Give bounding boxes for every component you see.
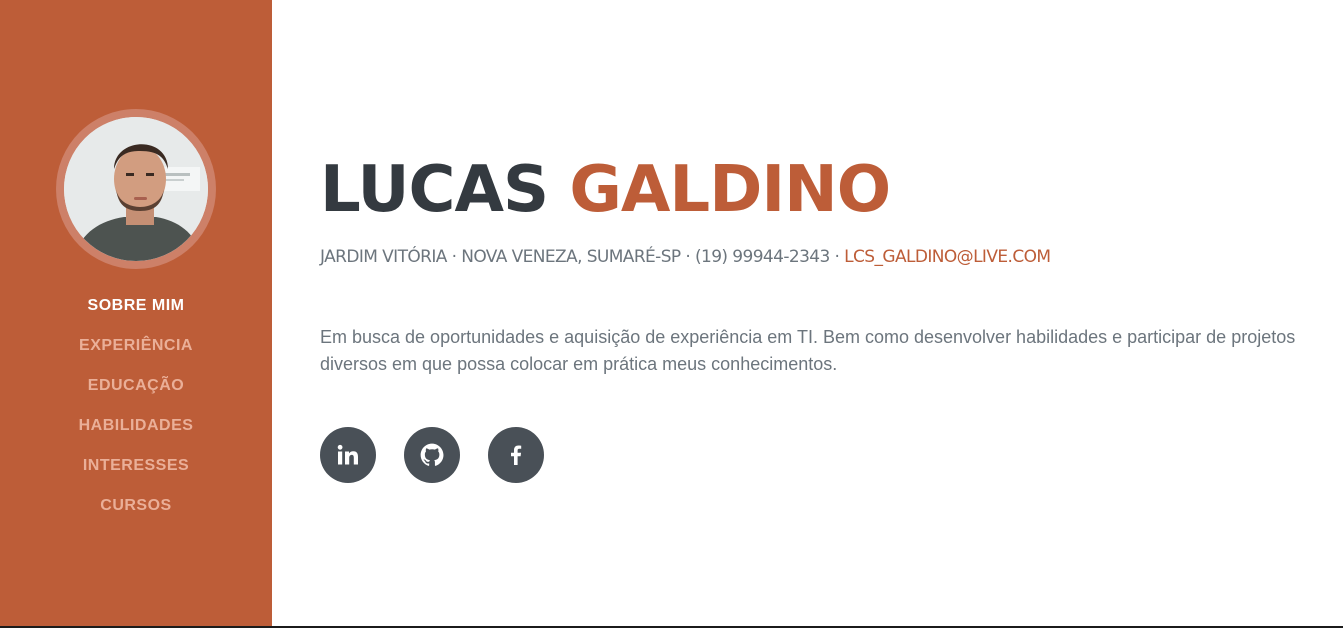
nav-item-sobre-mim: SOBRE MIM xyxy=(0,286,272,326)
first-name: LUCAS xyxy=(320,153,549,227)
profile-name: LUCAS GALDINO xyxy=(320,142,891,238)
nav-link-educacao[interactable]: EDUCAÇÃO xyxy=(88,377,184,395)
nav-item-experiencia: EXPERIÊNCIA xyxy=(0,326,272,366)
github-button[interactable] xyxy=(404,427,460,483)
linkedin-icon xyxy=(336,443,360,467)
nav-link-cursos[interactable]: CURSOS xyxy=(100,497,171,515)
nav-item-interesses: INTERESSES xyxy=(0,446,272,486)
email-link[interactable]: LCS_GALDINO@LIVE.COM xyxy=(844,247,1051,267)
nav-item-educacao: EDUCAÇÃO xyxy=(0,366,272,406)
address-phone: JARDIM VITÓRIA · NOVA VENEZA, SUMARÉ-SP … xyxy=(320,247,845,267)
social-icons xyxy=(320,427,544,483)
nav-item-cursos: CURSOS xyxy=(0,486,272,526)
nav-link-habilidades[interactable]: HABILIDADES xyxy=(79,417,194,435)
sidebar-nav: SOBRE MIM EXPERIÊNCIA EDUCAÇÃO HABILIDAD… xyxy=(0,286,272,526)
nav-link-experiencia[interactable]: EXPERIÊNCIA xyxy=(79,337,193,355)
sidebar: SOBRE MIM EXPERIÊNCIA EDUCAÇÃO HABILIDAD… xyxy=(0,0,272,626)
facebook-icon xyxy=(504,443,528,467)
github-icon xyxy=(419,442,445,468)
contact-info: JARDIM VITÓRIA · NOVA VENEZA, SUMARÉ-SP … xyxy=(320,244,1051,270)
last-name: GALDINO xyxy=(569,153,891,227)
profile-photo xyxy=(64,117,208,261)
bio-text: Em busca de oportunidades e aquisição de… xyxy=(320,327,1296,374)
page: SOBRE MIM EXPERIÊNCIA EDUCAÇÃO HABILIDAD… xyxy=(0,0,1343,628)
avatar xyxy=(56,109,216,269)
linkedin-button[interactable] xyxy=(320,427,376,483)
nav-link-sobre-mim[interactable]: SOBRE MIM xyxy=(88,297,185,315)
facebook-button[interactable] xyxy=(488,427,544,483)
nav-link-interesses[interactable]: INTERESSES xyxy=(83,457,189,475)
nav-item-habilidades: HABILIDADES xyxy=(0,406,272,446)
